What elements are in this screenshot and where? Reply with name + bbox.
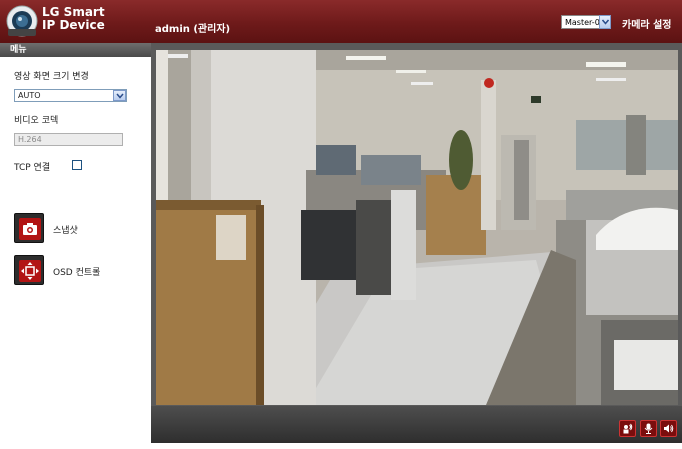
menu-title: 메뉴	[0, 43, 151, 57]
tcp-label: TCP 연결	[14, 163, 51, 173]
resolution-label: 영상 화면 크기 변경	[14, 72, 89, 82]
move-arrows-icon	[19, 260, 41, 282]
resolution-select[interactable]: AUTO	[14, 89, 127, 102]
snapshot-label[interactable]: 스냅샷	[53, 223, 78, 236]
volume-button[interactable]	[660, 420, 677, 437]
tcp-checkbox[interactable]	[72, 160, 82, 170]
microphone-button[interactable]	[640, 420, 657, 437]
sidebar: 메뉴 영상 화면 크기 변경 AUTO 비디오 코덱 H.264 TCP 연결 …	[0, 43, 151, 449]
camera-video-feed[interactable]	[156, 50, 678, 405]
top-header: LG Smart IP Device admin (관리자) Master-0 …	[0, 0, 682, 43]
osd-control-button[interactable]	[14, 255, 44, 285]
osd-label[interactable]: OSD 컨트롤	[53, 265, 100, 278]
lg-camera-logo-icon	[6, 5, 38, 37]
speaker-wave-icon	[623, 423, 633, 434]
camera-settings-link[interactable]: 카메라 설정	[622, 16, 671, 31]
snapshot-button[interactable]	[14, 213, 44, 243]
control-bar	[151, 406, 682, 443]
microphone-icon	[644, 423, 653, 434]
volume-icon	[664, 424, 674, 433]
chevron-down-icon[interactable]	[113, 90, 126, 101]
codec-label: 비디오 코덱	[14, 116, 59, 126]
current-user: admin (관리자)	[155, 24, 231, 35]
chevron-down-icon[interactable]	[599, 15, 611, 29]
speaker-wave-button[interactable]	[619, 420, 636, 437]
camera-icon	[19, 218, 41, 240]
codec-field: H.264	[14, 133, 123, 146]
brand-title: LG Smart IP Device	[42, 5, 105, 32]
